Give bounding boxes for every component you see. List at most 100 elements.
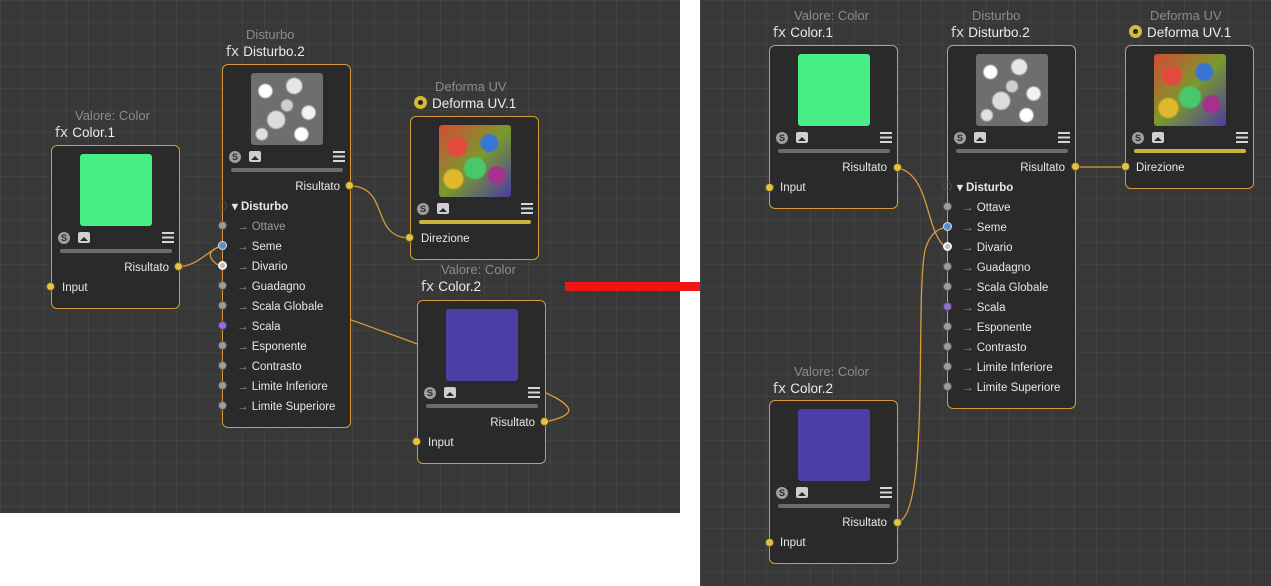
node-deforma-uv1[interactable]: S Direzione — [410, 116, 539, 260]
input-port[interactable] — [765, 183, 774, 192]
port-limite-inferiore[interactable] — [943, 362, 952, 371]
output-port[interactable] — [893, 163, 902, 172]
port-divario[interactable] — [218, 261, 227, 270]
menu-icon[interactable] — [528, 387, 540, 398]
image-icon[interactable] — [974, 132, 986, 143]
port-esponente[interactable] — [943, 322, 952, 331]
input-label: Input — [780, 182, 806, 194]
settings-icon[interactable]: S — [1132, 132, 1144, 144]
port-esponente[interactable] — [218, 341, 227, 350]
node-type-label: Valore: Color — [794, 8, 869, 23]
param-group-toggle[interactable]: ▾ Disturbo — [232, 200, 288, 214]
port-guadagno[interactable] — [218, 281, 227, 290]
menu-icon[interactable] — [880, 487, 892, 498]
param-guadagno: → Guadagno — [237, 281, 306, 293]
menu-icon[interactable] — [521, 203, 533, 214]
param-limite-inferiore: → Limite Inferiore — [237, 381, 328, 393]
image-icon[interactable] — [796, 487, 808, 498]
settings-icon[interactable]: S — [58, 232, 70, 244]
port-divario[interactable] — [943, 242, 952, 251]
input-port[interactable] — [412, 437, 421, 446]
port-seme[interactable] — [218, 241, 227, 250]
node-editor-after: Valore: Color fx Color.1 S Risultato Inpu… — [700, 0, 1271, 586]
settings-icon[interactable]: S — [424, 387, 436, 399]
param-guadagno: → Guadagno — [962, 262, 1031, 274]
node-name: Color.2 — [438, 279, 481, 294]
output-label: Risultato — [295, 181, 340, 193]
settings-icon[interactable]: S — [776, 132, 788, 144]
output-port[interactable] — [174, 262, 183, 271]
node-disturbo2[interactable]: S Risultato ▾ Disturbo → Ottave → Seme →… — [947, 45, 1076, 409]
image-icon[interactable] — [78, 232, 90, 243]
port-scala[interactable] — [943, 302, 952, 311]
settings-icon[interactable]: S — [229, 151, 241, 163]
param-seme: → Seme — [237, 241, 282, 253]
port-limite-superiore[interactable] — [218, 401, 227, 410]
input-port[interactable] — [46, 282, 55, 291]
settings-icon[interactable]: S — [417, 203, 429, 215]
menu-icon[interactable] — [162, 232, 174, 243]
node-disturbo2[interactable]: S Risultato ▾ Disturbo → Ottave → Seme →… — [222, 64, 351, 428]
image-icon[interactable] — [437, 203, 449, 214]
node-name: Disturbo.2 — [243, 44, 305, 59]
output-port[interactable] — [1071, 162, 1080, 171]
port-contrasto[interactable] — [943, 342, 952, 351]
port-scala-globale[interactable] — [218, 301, 227, 310]
input-port[interactable] — [765, 538, 774, 547]
fx-icon: fx — [55, 125, 69, 141]
image-icon[interactable] — [249, 151, 261, 162]
menu-icon[interactable] — [1236, 132, 1248, 143]
menu-icon[interactable] — [1058, 132, 1070, 143]
node-type-label: Disturbo — [246, 27, 295, 42]
output-label: Risultato — [842, 517, 887, 529]
port-scala[interactable] — [218, 321, 227, 330]
input-port-direzione[interactable] — [405, 233, 414, 242]
node-color1[interactable]: S Risultato Input — [769, 45, 898, 209]
fx-icon: fx — [226, 44, 240, 60]
port-seme[interactable] — [943, 222, 952, 231]
port-limite-inferiore[interactable] — [218, 381, 227, 390]
input-label: Input — [428, 437, 454, 449]
node-deforma-uv1[interactable]: S Direzione — [1125, 45, 1254, 189]
group-port[interactable] — [218, 201, 227, 210]
preview-bar — [778, 504, 890, 508]
param-scala: → Scala — [237, 321, 281, 333]
fx-icon: fx — [773, 25, 787, 41]
image-icon[interactable] — [796, 132, 808, 143]
preview-bar — [426, 404, 538, 408]
param-scala-globale: → Scala Globale — [237, 301, 324, 313]
menu-icon[interactable] — [333, 151, 345, 162]
port-scala-globale[interactable] — [943, 282, 952, 291]
settings-icon[interactable]: S — [776, 487, 788, 499]
node-title: fx Color.1 — [55, 125, 115, 141]
output-label: Risultato — [124, 262, 169, 274]
preview-bar — [956, 149, 1068, 153]
node-name: Color.2 — [790, 381, 833, 396]
node-color2[interactable]: S Risultato Input — [417, 300, 546, 464]
radiation-icon — [1129, 25, 1142, 38]
node-title: Deforma UV.1 — [414, 96, 516, 111]
image-icon[interactable] — [444, 387, 456, 398]
wire-color2-to-seme — [897, 226, 948, 523]
group-port[interactable] — [943, 182, 952, 191]
node-title: fx Color.1 — [773, 25, 833, 41]
image-icon[interactable] — [1152, 132, 1164, 143]
port-ottave[interactable] — [943, 202, 952, 211]
node-color1[interactable]: S Risultato Input — [51, 145, 180, 309]
output-label: Risultato — [1020, 162, 1065, 174]
output-port[interactable] — [540, 417, 549, 426]
output-port[interactable] — [345, 181, 354, 190]
port-contrasto[interactable] — [218, 361, 227, 370]
param-ottave: → Ottave — [237, 221, 286, 233]
node-color2[interactable]: S Risultato Input — [769, 400, 898, 564]
settings-icon[interactable]: S — [954, 132, 966, 144]
menu-icon[interactable] — [880, 132, 892, 143]
port-guadagno[interactable] — [943, 262, 952, 271]
port-ottave[interactable] — [218, 221, 227, 230]
output-port[interactable] — [893, 518, 902, 527]
param-group-toggle[interactable]: ▾ Disturbo — [957, 181, 1013, 195]
port-limite-superiore[interactable] — [943, 382, 952, 391]
node-editor-before: Valore: Color fx Color.1 S Risultato Inpu… — [0, 0, 680, 513]
param-seme: → Seme — [962, 222, 1007, 234]
input-port-direzione[interactable] — [1121, 162, 1130, 171]
